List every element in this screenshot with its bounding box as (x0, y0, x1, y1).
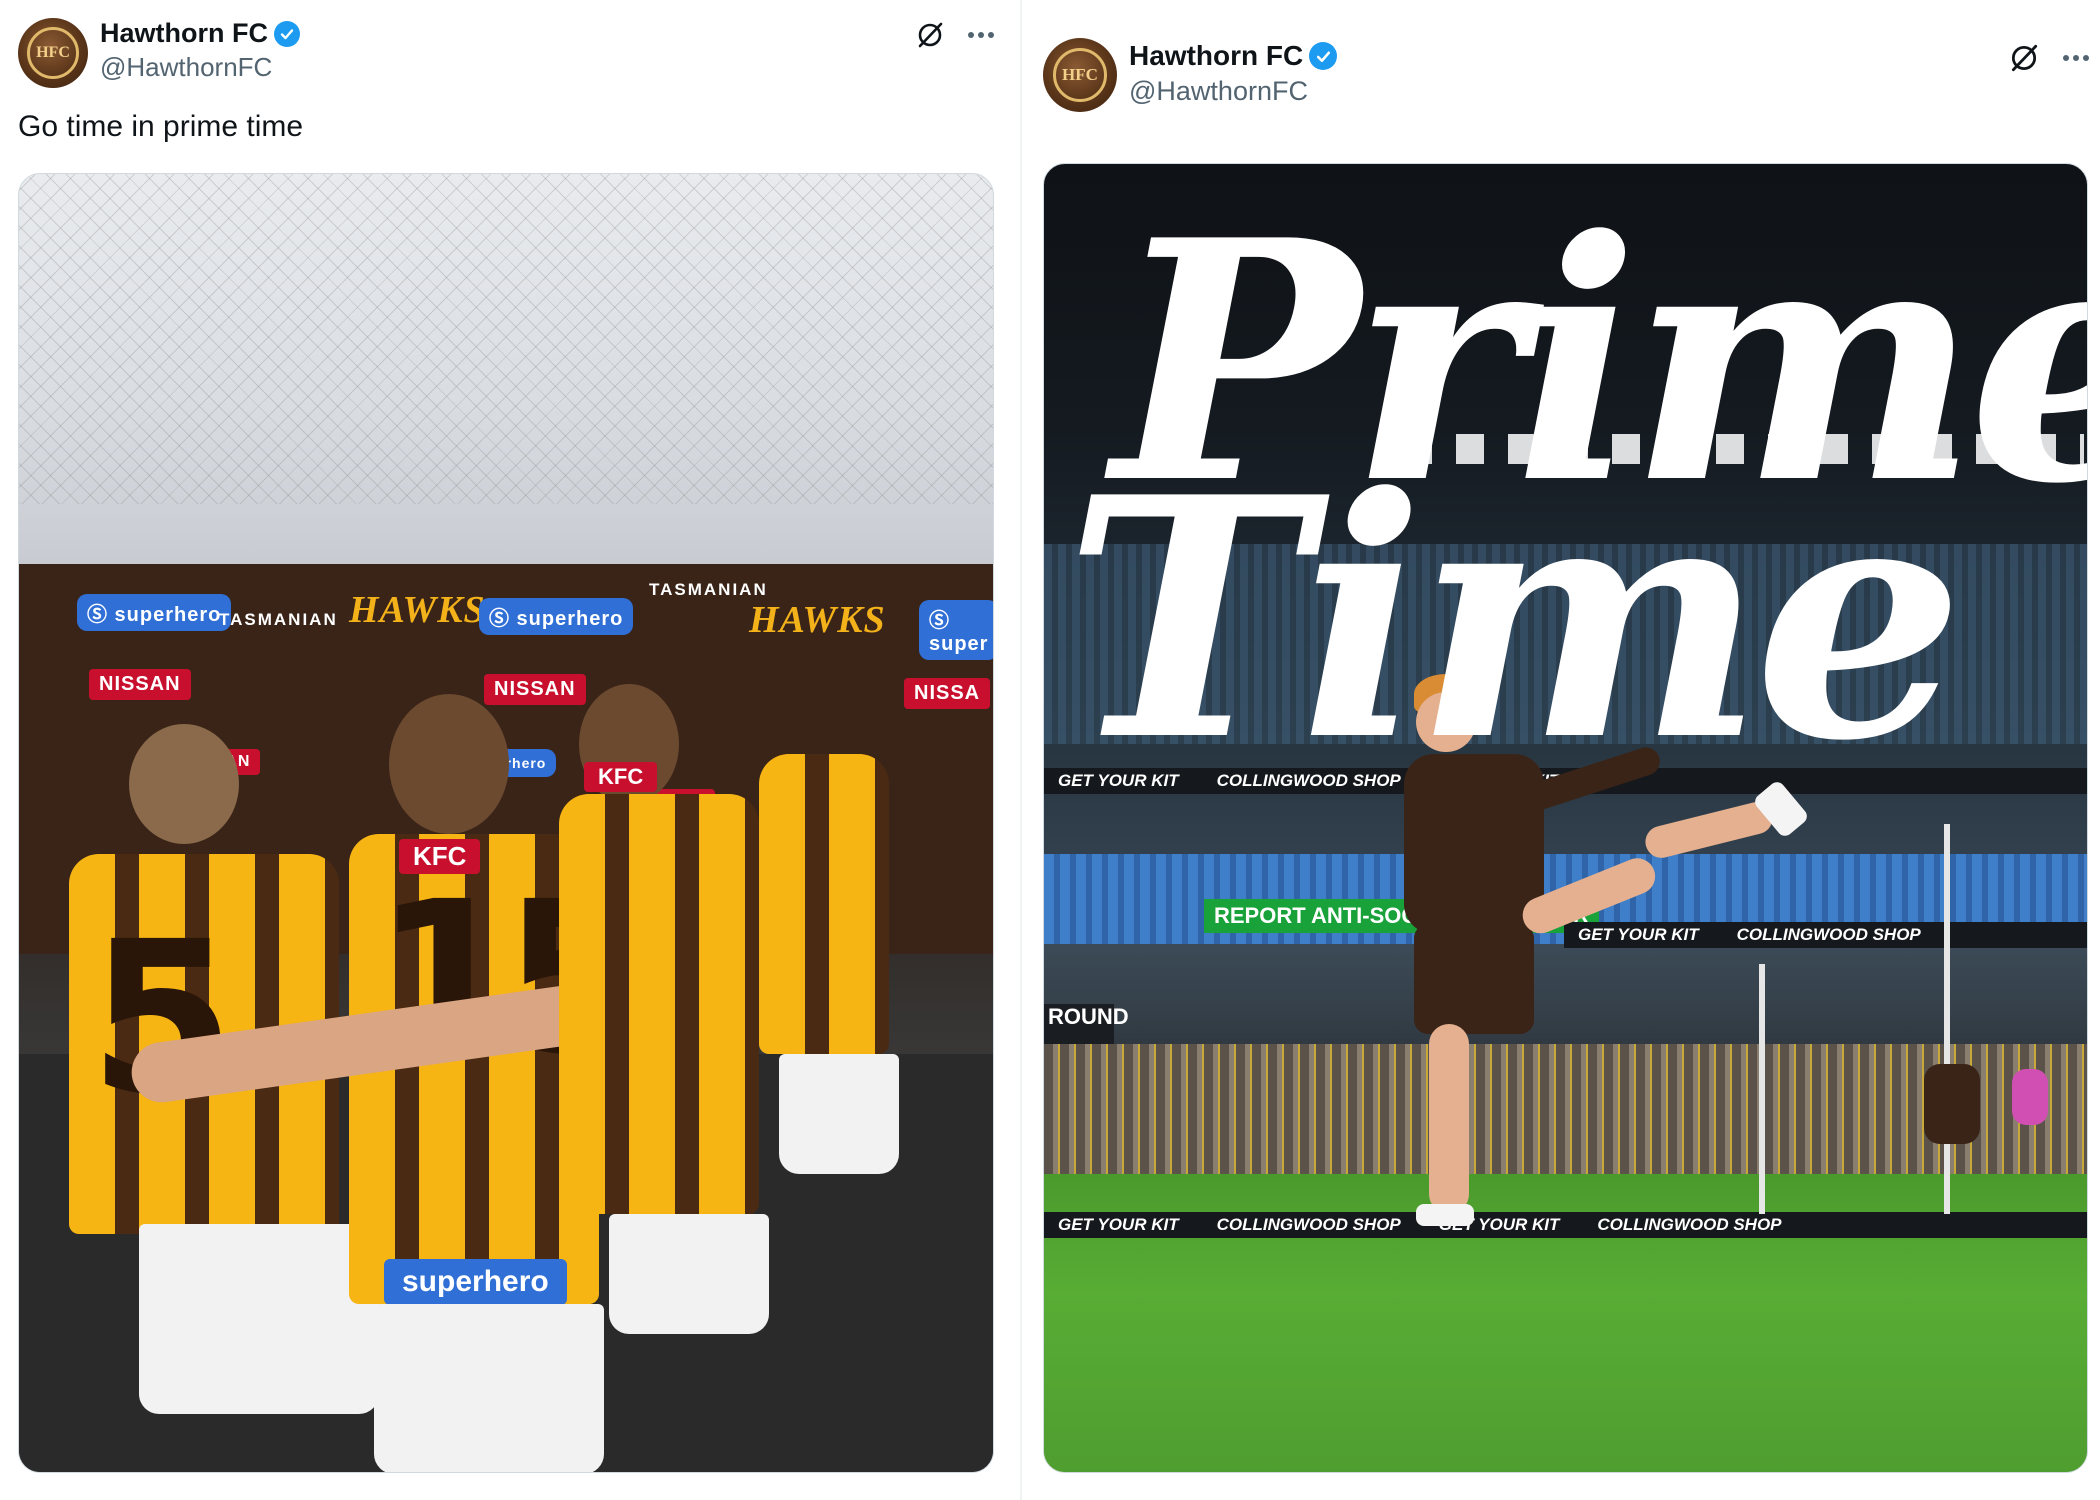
background-player (1924, 1064, 1980, 1144)
avatar[interactable]: HFC (18, 18, 88, 88)
goal-post (1944, 824, 1950, 1214)
author-row: Hawthorn FC (100, 18, 300, 49)
more-icon[interactable] (967, 30, 995, 40)
tweet-text: Go time in prime time (18, 110, 304, 143)
handle[interactable]: @HawthornFC (100, 52, 272, 83)
hawks-logo: HAWKS (349, 589, 486, 631)
kfc-sponsor: KFC (584, 762, 658, 792)
avatar[interactable]: HFC (1043, 38, 1117, 112)
tweet-actions (2008, 42, 2090, 74)
tweet-actions (915, 20, 995, 50)
signage-text: COLLINGWOOD SHOP (1736, 925, 1921, 944)
club-crest-icon: HFC (27, 27, 79, 79)
prime-time-title: Prime Time (1064, 197, 2087, 814)
player-shorts (374, 1304, 604, 1472)
author-row: Hawthorn FC (1129, 40, 1338, 72)
player-leg (1429, 1024, 1469, 1214)
tweet-left[interactable]: HFC Hawthorn FC @HawthornFC Go time in p… (0, 0, 1020, 1500)
sponsor-board: NISSAN (89, 669, 191, 700)
verified-badge-icon (1309, 42, 1338, 70)
player-jersey (759, 754, 889, 1054)
signage-text: COLLINGWOOD SHOP (1597, 1215, 1782, 1234)
player-head (739, 654, 829, 764)
player-shorts (139, 1224, 379, 1414)
club-crest-icon: HFC (1053, 48, 1107, 102)
signage-text: GET YOUR KIT (1578, 925, 1699, 944)
signage-text: GET YOUR KIT (1058, 1215, 1179, 1234)
tweet-photo[interactable]: Ⓢ superhero TASMANIAN HAWKS Ⓢ superhero … (18, 173, 994, 1473)
player-boot (1416, 1204, 1474, 1226)
signage-band: GET YOUR KIT COLLINGWOOD SHOP (1564, 922, 2087, 948)
tweet-photo[interactable]: GET YOUR KIT COLLINGWOOD SHOP GET YOUR K… (1043, 163, 2088, 1473)
goal-post (1759, 964, 1765, 1214)
net-ceiling (19, 174, 993, 504)
verified-badge-icon (274, 20, 300, 47)
background-official (2012, 1069, 2048, 1125)
sponsor-board: TASMANIAN (219, 610, 338, 629)
player-jersey (559, 794, 759, 1214)
grok-icon[interactable] (915, 20, 945, 50)
sponsor-board: Ⓢ super (919, 600, 993, 660)
fence-signage: GET YOUR KIT COLLINGWOOD SHOP GET YOUR K… (1044, 1212, 2087, 1238)
sponsor-board: NISSAN (484, 674, 586, 705)
title-line-2: Time (1064, 425, 1964, 814)
handle[interactable]: @HawthornFC (1129, 76, 1308, 107)
player-shorts (1414, 924, 1534, 1034)
signage-text: COLLINGWOOD SHOP (1216, 1215, 1401, 1234)
display-name[interactable]: Hawthorn FC (1129, 40, 1303, 72)
more-icon[interactable] (2062, 53, 2090, 63)
hawks-logo: HAWKS (749, 599, 886, 641)
display-name[interactable]: Hawthorn FC (100, 18, 268, 49)
player-shorts (779, 1054, 899, 1174)
round-sign: ROUND (1044, 1004, 1129, 1044)
sponsor-board: NISSA (904, 678, 991, 709)
player-head (389, 694, 509, 834)
superhero-sponsor: superhero (384, 1259, 567, 1305)
grok-icon[interactable] (2008, 42, 2040, 74)
player-head (129, 724, 239, 844)
player-shorts (609, 1214, 769, 1334)
sponsor-board: Ⓢ superhero (479, 598, 634, 635)
